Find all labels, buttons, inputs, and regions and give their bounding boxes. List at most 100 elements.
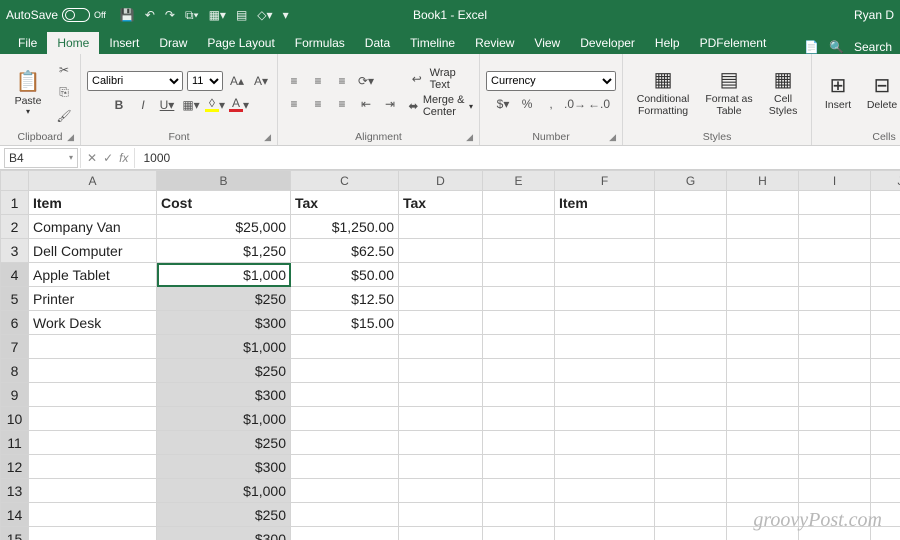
cell-D4[interactable] xyxy=(399,263,483,287)
cell-J15[interactable] xyxy=(871,527,900,540)
align-right-icon[interactable]: ≡ xyxy=(332,94,352,114)
cell-E2[interactable] xyxy=(483,215,555,239)
cell-B6[interactable]: $300 xyxy=(157,311,291,335)
cell-E11[interactable] xyxy=(483,431,555,455)
redo-icon[interactable]: ↷ xyxy=(165,8,175,22)
col-header-E[interactable]: E xyxy=(483,171,555,191)
cell-A13[interactable] xyxy=(29,479,157,503)
currency-icon[interactable]: $▾ xyxy=(493,94,513,114)
insert-cells-button[interactable]: ⊞Insert xyxy=(818,60,858,126)
row-header-4[interactable]: 4 xyxy=(1,263,29,287)
cell-I12[interactable] xyxy=(799,455,871,479)
cell-D12[interactable] xyxy=(399,455,483,479)
cell-E9[interactable] xyxy=(483,383,555,407)
cell-J9[interactable] xyxy=(871,383,900,407)
cell-E5[interactable] xyxy=(483,287,555,311)
row-header-15[interactable]: 15 xyxy=(1,527,29,540)
font-color-button[interactable]: A▾ xyxy=(229,95,249,115)
align-top-icon[interactable]: ≡ xyxy=(284,71,304,91)
cell-D2[interactable] xyxy=(399,215,483,239)
search-label[interactable]: Search xyxy=(854,40,892,54)
cut-icon[interactable]: ✂ xyxy=(54,60,74,80)
enter-icon[interactable]: ✓ xyxy=(103,151,113,165)
cell-D9[interactable] xyxy=(399,383,483,407)
increase-decimal-icon[interactable]: .0→ xyxy=(565,94,585,114)
cell-J6[interactable] xyxy=(871,311,900,335)
cell-D11[interactable] xyxy=(399,431,483,455)
cell-G14[interactable] xyxy=(655,503,727,527)
cell-I14[interactable] xyxy=(799,503,871,527)
cell-F6[interactable] xyxy=(555,311,655,335)
col-header-F[interactable]: F xyxy=(555,171,655,191)
select-all-corner[interactable] xyxy=(1,171,29,191)
cell-G13[interactable] xyxy=(655,479,727,503)
cell-I11[interactable] xyxy=(799,431,871,455)
cell-G3[interactable] xyxy=(655,239,727,263)
cell-C10[interactable] xyxy=(291,407,399,431)
row-header-6[interactable]: 6 xyxy=(1,311,29,335)
cell-G10[interactable] xyxy=(655,407,727,431)
cell-J11[interactable] xyxy=(871,431,900,455)
cell-A4[interactable]: Apple Tablet xyxy=(29,263,157,287)
cell-I4[interactable] xyxy=(799,263,871,287)
decrease-decimal-icon[interactable]: ←.0 xyxy=(589,94,609,114)
merge-center-button[interactable]: ⬌Merge & Center▾ xyxy=(408,94,473,118)
cell-I2[interactable] xyxy=(799,215,871,239)
align-center-icon[interactable]: ≡ xyxy=(308,94,328,114)
tab-insert[interactable]: Insert xyxy=(99,32,149,54)
cell-H15[interactable] xyxy=(727,527,799,540)
cell-E8[interactable] xyxy=(483,359,555,383)
cell-F8[interactable] xyxy=(555,359,655,383)
tab-timeline[interactable]: Timeline xyxy=(400,32,465,54)
cell-D3[interactable] xyxy=(399,239,483,263)
cell-B7[interactable]: $1,000 xyxy=(157,335,291,359)
cell-D7[interactable] xyxy=(399,335,483,359)
cell-F5[interactable] xyxy=(555,287,655,311)
increase-indent-icon[interactable]: ⇥ xyxy=(380,94,400,114)
cell-C2[interactable]: $1,250.00 xyxy=(291,215,399,239)
cell-I13[interactable] xyxy=(799,479,871,503)
formula-input[interactable] xyxy=(135,148,900,168)
cell-C7[interactable] xyxy=(291,335,399,359)
cell-C13[interactable] xyxy=(291,479,399,503)
cell-E3[interactable] xyxy=(483,239,555,263)
cell-H5[interactable] xyxy=(727,287,799,311)
cell-B13[interactable]: $1,000 xyxy=(157,479,291,503)
border-button[interactable]: ▦▾ xyxy=(181,95,201,115)
cell-B9[interactable]: $300 xyxy=(157,383,291,407)
cell-A7[interactable] xyxy=(29,335,157,359)
cell-I9[interactable] xyxy=(799,383,871,407)
cell-E15[interactable] xyxy=(483,527,555,540)
cell-H7[interactable] xyxy=(727,335,799,359)
qat-icon[interactable]: ◇▾ xyxy=(257,8,272,22)
italic-button[interactable]: I xyxy=(133,95,153,115)
cell-B8[interactable]: $250 xyxy=(157,359,291,383)
cell-G12[interactable] xyxy=(655,455,727,479)
cell-D8[interactable] xyxy=(399,359,483,383)
decrease-font-icon[interactable]: A▾ xyxy=(251,71,271,91)
cell-D13[interactable] xyxy=(399,479,483,503)
cell-F13[interactable] xyxy=(555,479,655,503)
autosave-toggle[interactable]: AutoSave Off xyxy=(6,8,106,22)
row-header-13[interactable]: 13 xyxy=(1,479,29,503)
row-header-7[interactable]: 7 xyxy=(1,335,29,359)
cell-B3[interactable]: $1,250 xyxy=(157,239,291,263)
cell-F9[interactable] xyxy=(555,383,655,407)
cell-C11[interactable] xyxy=(291,431,399,455)
cell-C6[interactable]: $15.00 xyxy=(291,311,399,335)
cell-B14[interactable]: $250 xyxy=(157,503,291,527)
row-header-14[interactable]: 14 xyxy=(1,503,29,527)
cell-E6[interactable] xyxy=(483,311,555,335)
bold-button[interactable]: B xyxy=(109,95,129,115)
tab-help[interactable]: Help xyxy=(645,32,690,54)
row-header-10[interactable]: 10 xyxy=(1,407,29,431)
col-header-H[interactable]: H xyxy=(727,171,799,191)
qat-icon[interactable]: ▦▾ xyxy=(209,8,226,22)
cell-H2[interactable] xyxy=(727,215,799,239)
tab-review[interactable]: Review xyxy=(465,32,524,54)
fill-color-button[interactable]: ◊▾ xyxy=(205,95,225,115)
dialog-launcher-icon[interactable]: ◢ xyxy=(466,132,473,143)
cell-G4[interactable] xyxy=(655,263,727,287)
wrap-text-button[interactable]: ↩Wrap Text xyxy=(408,67,473,91)
cell-F15[interactable] xyxy=(555,527,655,540)
